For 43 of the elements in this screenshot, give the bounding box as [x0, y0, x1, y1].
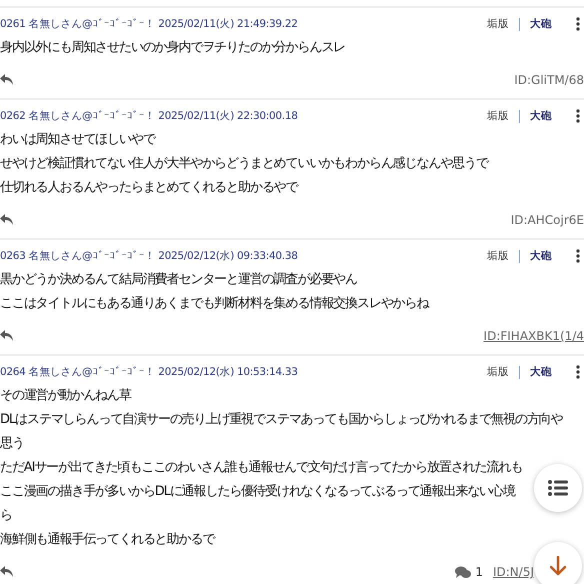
menu-button[interactable]: [534, 464, 582, 512]
action-link[interactable]: 大砲: [530, 17, 552, 31]
more-icon[interactable]: [576, 17, 580, 31]
more-icon[interactable]: [576, 249, 580, 263]
more-icon[interactable]: [576, 109, 580, 123]
action-link[interactable]: 大砲: [530, 365, 552, 379]
comments-icon[interactable]: [455, 566, 472, 578]
post-text-line: 身内以外にも周知させたいのか身内でヲチりたのか分からんスレ: [0, 39, 346, 57]
more-icon[interactable]: [576, 365, 580, 379]
action-link[interactable]: 垢版: [487, 109, 509, 123]
reply-icon[interactable]: [0, 566, 14, 578]
post-header: 0264 名無しさん@ｺﾞｰｺﾞｰｺﾞｰ！ 2025/02/12(水) 10:53:14.33: [0, 365, 298, 379]
post-text-line: 黒かどうか決めるんて結局消費者センターと運営の調査が必要やん: [0, 271, 358, 289]
post-text-line: 仕切れる人おるんやったらまとめてくれると助かるやで: [0, 179, 298, 197]
poster-id: ID:AHCojr6E: [510, 213, 584, 227]
reply-count: 1: [475, 565, 483, 579]
action-link[interactable]: 垢版: [487, 17, 509, 31]
post-text-line: わいは周知させてほしいやで: [0, 131, 155, 149]
post-text-line: ここ漫画の描き手が多いからDLに通報したら優待受けれなくなるってぶるって通報出来ない心境: [0, 483, 515, 501]
post-header: 0261 名無しさん@ｺﾞｰｺﾞｰｺﾞｰ！ 2025/02/11(火) 21:49:39.22: [0, 17, 298, 31]
post-header: 0263 名無しさん@ｺﾞｰｺﾞｰｺﾞｰ！ 2025/02/12(水) 09:33:40.38: [0, 249, 298, 263]
post-text-line: ここはタイトルにもある通りあくまでも判断材料を集める情報交換スレやからね: [0, 295, 428, 313]
poster-id[interactable]: ID:FIHAXBK1(1/4: [484, 329, 584, 343]
post-text-line: 思う: [0, 435, 24, 453]
action-link[interactable]: 大砲: [530, 109, 552, 123]
post-text-line: DLはステマしらんって自演サーの売り上げ重視でステマあっても国からしょっぴかれるまで無視の方向や: [0, 411, 562, 429]
post-text-line: その運営が動かんねん草: [0, 387, 131, 405]
reply-icon[interactable]: [0, 214, 14, 226]
down-arrow-icon: [550, 556, 566, 576]
post-text-line: 海鮮側も通報手伝ってくれると助かるで: [0, 531, 214, 549]
action-link[interactable]: 大砲: [530, 249, 552, 263]
post-header: 0262 名無しさん@ｺﾞｰｺﾞｰｺﾞｰ！ 2025/02/11(火) 22:30:00.18: [0, 109, 298, 123]
action-link[interactable]: 垢版: [487, 249, 509, 263]
reply-icon[interactable]: [0, 74, 14, 86]
list-icon: [548, 480, 568, 496]
action-link[interactable]: 垢版: [487, 365, 509, 379]
poster-id: ID:GliTM/68: [514, 73, 584, 87]
scroll-down-button[interactable]: [534, 542, 582, 584]
post-text-line: ただAIサーが出てきた頃もここのわいさん誰も通報せんで文句だけ言ってたから放置された流れも: [0, 459, 522, 477]
post-text-line: せやけど検証慣れてない住人が大半やからどうまとめていいかもわからん感じなんや思うで: [0, 155, 488, 173]
reply-icon[interactable]: [0, 330, 14, 342]
post-text-line: ら: [0, 507, 12, 525]
poster-id[interactable]: ID:N/5J: [492, 565, 534, 579]
